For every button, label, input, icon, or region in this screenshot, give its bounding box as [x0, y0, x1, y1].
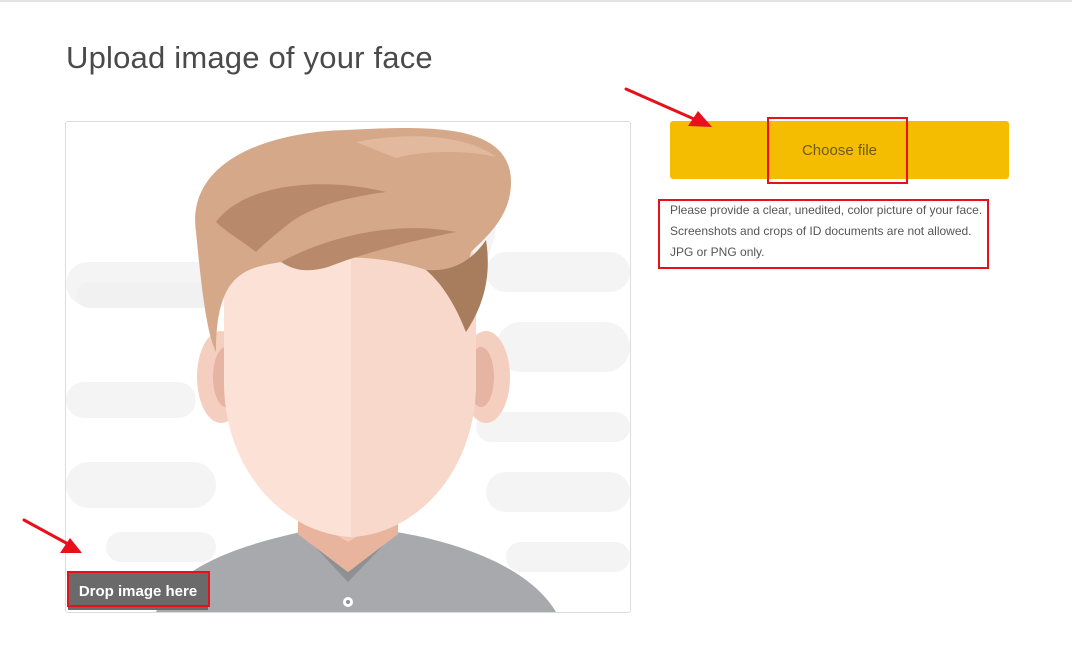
upload-help-text: Please provide a clear, unedited, color … — [670, 203, 983, 259]
choose-file-button[interactable]: Choose file — [670, 121, 1009, 179]
image-dropzone[interactable]: Drop image here — [65, 121, 631, 613]
top-divider — [0, 0, 1072, 2]
page-title: Upload image of your face — [66, 40, 433, 75]
drop-image-label: Drop image here — [68, 572, 208, 610]
face-placeholder-icon — [66, 122, 630, 612]
